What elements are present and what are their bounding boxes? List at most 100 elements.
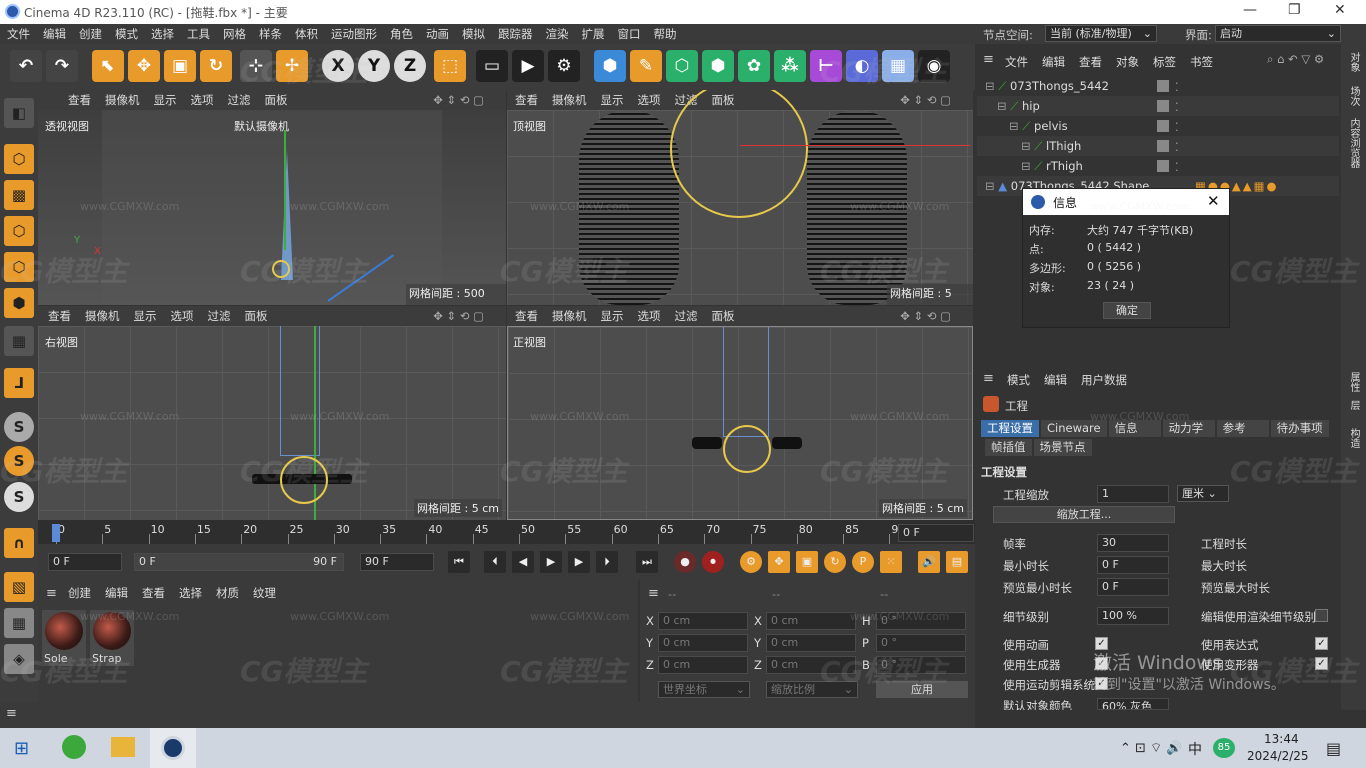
cinema4d-task-button[interactable] [150, 728, 196, 768]
viewport-canvas[interactable] [507, 90, 973, 305]
fps-field[interactable]: 30 [1097, 534, 1169, 552]
node-space-select[interactable]: 当前 (标准/物理) ⌄ [1045, 25, 1157, 42]
attribute-tab[interactable]: 待办事项 [1270, 420, 1329, 437]
expand-icon[interactable]: ⊟ [1009, 119, 1022, 133]
floor-icon[interactable]: ▦ [882, 50, 914, 82]
menu-item[interactable]: 渲染 [539, 24, 575, 42]
coord-system-icon[interactable]: ⬚ [434, 50, 466, 82]
clock-date[interactable]: 2024/2/25 [1247, 749, 1309, 763]
viewport-canvas[interactable] [38, 110, 506, 305]
visibility-toggle[interactable] [1157, 120, 1169, 132]
preview-range-slider[interactable]: 0 F 90 F [134, 553, 344, 571]
timeline-window-button[interactable]: ▤ [946, 551, 968, 573]
close-button[interactable]: ✕ [1334, 2, 1346, 18]
lod-field[interactable]: 100 % [1097, 607, 1169, 625]
menu-item[interactable]: 动画 [419, 24, 455, 42]
object-row[interactable]: ⊟ ⟋ lThigh ⁚ [977, 136, 1339, 156]
clock-time[interactable]: 13:44 [1264, 732, 1299, 746]
goto-start-button[interactable]: ⏮ [448, 551, 470, 573]
security-badge[interactable]: 85 [1213, 738, 1235, 758]
pos-y-field[interactable]: 0 cm [658, 634, 748, 652]
scale-unit-select[interactable]: 厘米 ⌄ [1177, 485, 1229, 502]
snap-icon[interactable]: S [4, 412, 34, 442]
axis-mode-icon[interactable]: ⅃ [4, 368, 34, 398]
viewport-menu-item[interactable]: 过滤 [208, 309, 231, 323]
size-mode-select[interactable]: 缩放比例 ⌄ [766, 681, 858, 698]
viewport-nav-icons[interactable]: ✥ ⇕ ⟲ ▢ [433, 90, 484, 110]
render-view-icon[interactable]: ▶ [512, 50, 544, 82]
viewport-menu-item[interactable]: 选项 [638, 309, 661, 323]
playhead[interactable] [52, 524, 60, 542]
render-dot-icon[interactable]: ⁚ [1175, 157, 1179, 177]
menu-item[interactable]: 体积 [288, 24, 324, 42]
viewport-menu-item[interactable]: 显示 [601, 309, 624, 323]
pen-icon[interactable]: ✎ [630, 50, 662, 82]
object-menu-item[interactable]: 标签 [1153, 55, 1176, 69]
goto-end-button[interactable]: ⏭ [636, 551, 658, 573]
x-axis-icon[interactable]: X [322, 50, 354, 82]
redo-icon[interactable]: ↷ [46, 50, 78, 82]
object-menu-item[interactable]: 书签 [1190, 55, 1213, 69]
last-tool-icon[interactable]: ⊹ [240, 50, 272, 82]
subdivision-icon[interactable]: ⬡ [666, 50, 698, 82]
hamburger-icon[interactable]: ≡ [648, 586, 659, 601]
key-scale-button[interactable]: ▣ [796, 551, 818, 573]
hamburger-icon[interactable]: ≡ [46, 586, 57, 601]
viewport-top[interactable]: 查看摄像机显示选项过滤面板✥ ⇕ ⟲ ▢ 顶视图 网格间距 : 5 cm [507, 90, 973, 305]
side-tab[interactable]: 层 [1346, 400, 1361, 410]
dialog-close-button[interactable]: ✕ [1207, 192, 1220, 210]
ime-indicator[interactable]: 中 [1188, 739, 1202, 759]
menu-item[interactable]: 帮助 [647, 24, 683, 42]
menu-item[interactable]: 网格 [216, 24, 252, 42]
keyframe-selection-button[interactable]: ⚙ [740, 551, 762, 573]
material-menu-item[interactable]: 编辑 [105, 586, 128, 600]
model-mode-icon[interactable]: ◧ [4, 98, 34, 128]
viewport-menu-item[interactable]: 摄像机 [105, 93, 140, 107]
side-tab[interactable]: 场次 [1346, 86, 1361, 106]
viewport-menu-item[interactable]: 选项 [191, 93, 214, 107]
attribute-tab[interactable]: 参考 [1216, 420, 1269, 437]
visibility-toggle[interactable] [1157, 140, 1169, 152]
viewport-menu-item[interactable]: 显示 [154, 93, 177, 107]
notification-icon[interactable]: ▤ [1326, 739, 1341, 758]
size-y-field[interactable]: 0 cm [766, 634, 856, 652]
viewport-nav-icons[interactable]: ✥ ⇕ ⟲ ▢ [900, 90, 951, 110]
render-settings-icon[interactable]: ⚙ [548, 50, 580, 82]
expand-icon[interactable]: ⊟ [985, 179, 998, 193]
attribute-tab[interactable]: 动力学 [1162, 420, 1215, 437]
project-scale-field[interactable]: 1 [1097, 485, 1169, 503]
pos-z-field[interactable]: 0 cm [658, 656, 748, 674]
menu-item[interactable]: 窗口 [611, 24, 647, 42]
menu-item[interactable]: 扩展 [575, 24, 611, 42]
snap-settings-icon[interactable]: S [4, 446, 34, 476]
viewport-menu-item[interactable]: 过滤 [228, 93, 251, 107]
windows-start-icon[interactable]: ⊞ [14, 738, 29, 759]
attribute-tab[interactable]: 工程设置 [981, 420, 1039, 437]
play-button[interactable]: ▶ [540, 551, 562, 573]
viewport-nav-icons[interactable]: ✥ ⇕ ⟲ ▢ [900, 306, 951, 326]
menu-item[interactable]: 模式 [108, 24, 144, 42]
size-x-field[interactable]: 0 cm [766, 612, 856, 630]
back-icon[interactable]: ↶ [1288, 52, 1298, 66]
viewport-menu-item[interactable]: 选项 [638, 93, 661, 107]
layout-select[interactable]: 启动 ⌄ [1215, 25, 1341, 42]
viewport-menu-item[interactable]: 摄像机 [552, 309, 587, 323]
object-mode-icon[interactable]: ⬡ [4, 144, 34, 174]
tray-icons[interactable]: ⌃ ⊡ ⌔ 🔊 [1120, 740, 1183, 756]
next-frame-button[interactable]: ▶ [568, 551, 590, 573]
menu-item[interactable]: 工具 [180, 24, 216, 42]
render-dot-icon[interactable]: ⁚ [1175, 77, 1179, 97]
point-mode-icon[interactable]: ⬡ [4, 216, 34, 246]
material-menu-item[interactable]: 材质 [216, 586, 239, 600]
attribute-menu-item[interactable]: 编辑 [1044, 373, 1067, 387]
snap-grid-icon[interactable]: S [4, 482, 34, 512]
menu-item[interactable]: 角色 [383, 24, 419, 42]
expand-icon[interactable]: ⊟ [997, 99, 1010, 113]
hamburger-icon[interactable]: ≡ [6, 706, 17, 721]
side-tab[interactable]: 内容浏览器 [1346, 118, 1361, 168]
object-menu-item[interactable]: 编辑 [1042, 55, 1065, 69]
viewport-perspective[interactable]: 查看 摄像机 显示 选项 过滤 面板 ✥ ⇕ ⟲ ▢ 透视视图 默认摄像机 网格间距 : 5… [38, 90, 506, 305]
object-menu-item[interactable]: 对象 [1116, 55, 1139, 69]
viewport-menu-item[interactable]: 查看 [48, 309, 71, 323]
use-deformers-checkbox[interactable]: ✓ [1315, 657, 1328, 670]
